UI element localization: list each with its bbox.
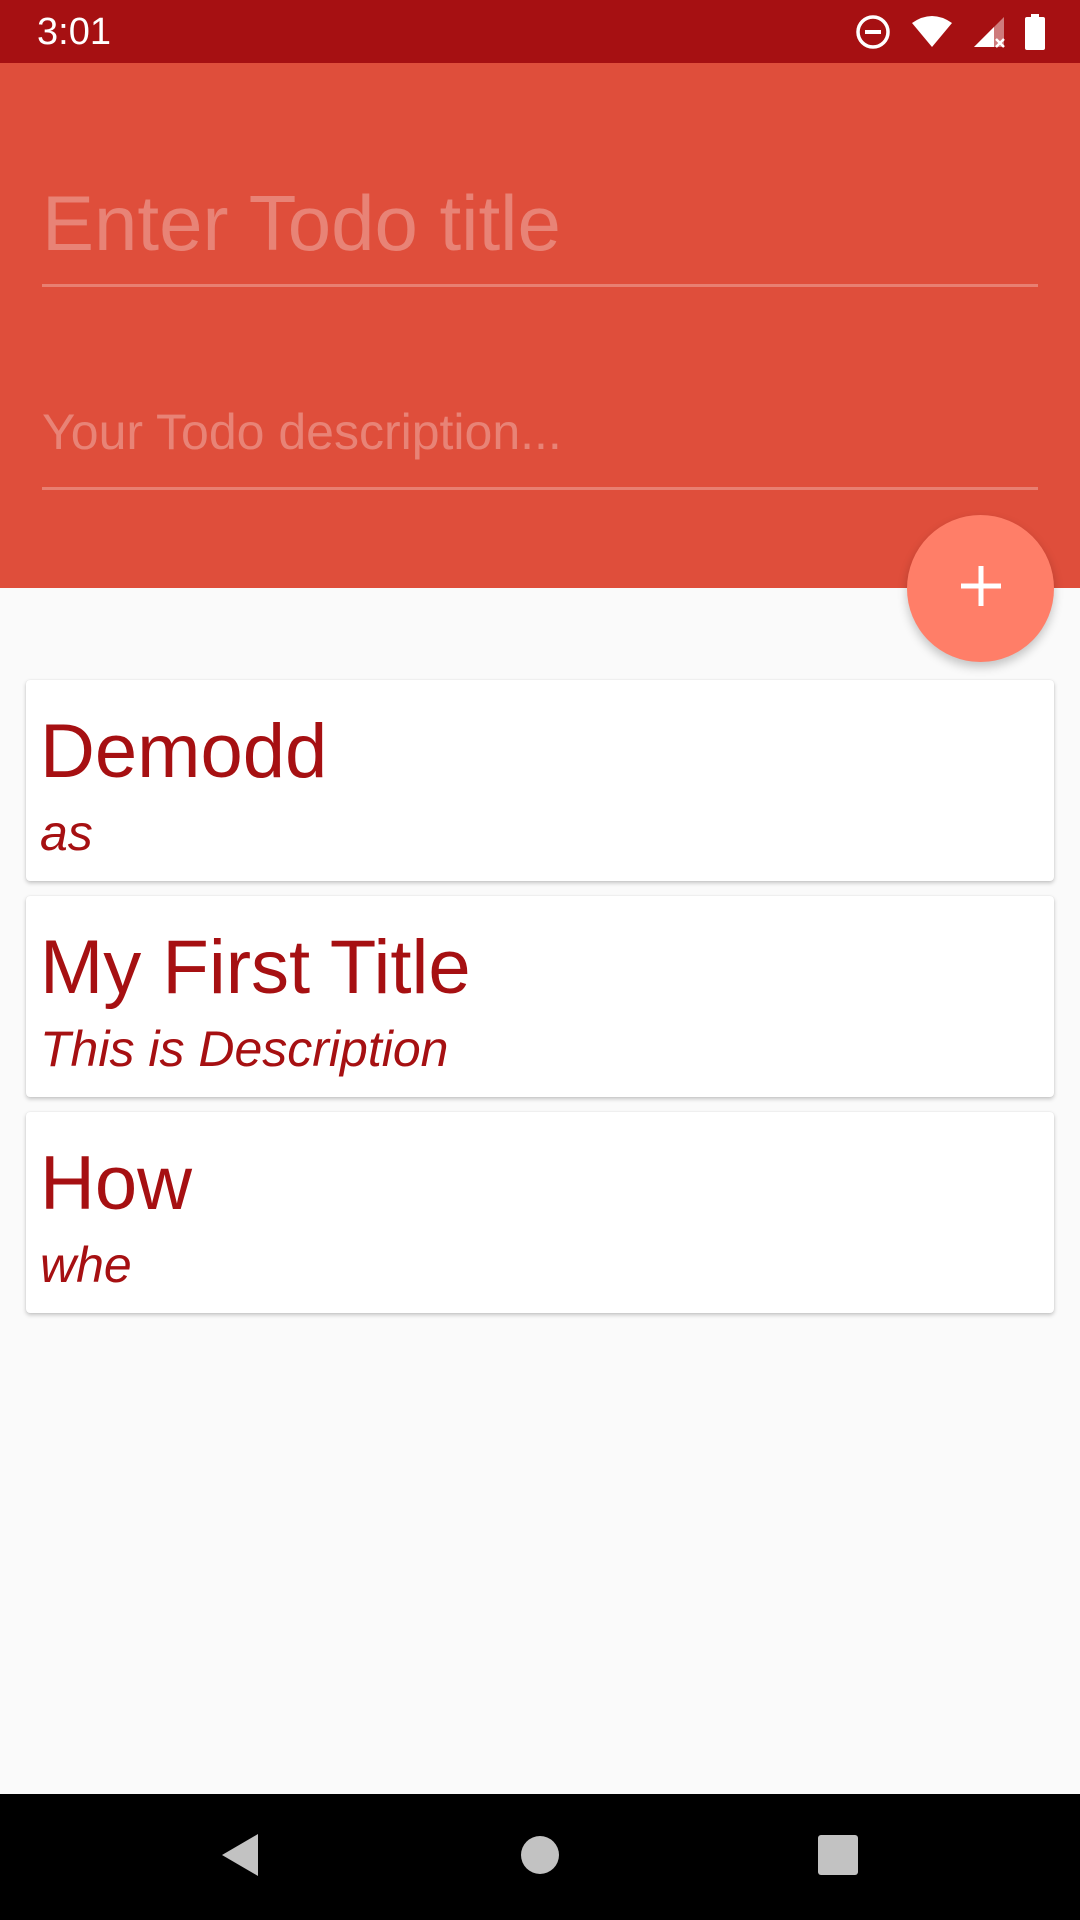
todo-title: Demodd xyxy=(40,709,328,794)
status-bar: 3:01 xyxy=(0,0,1080,63)
todo-input-panel xyxy=(0,63,1080,588)
todo-list: Demodd as My First Title This is Descrip… xyxy=(26,680,1054,1328)
todo-description: This is Description xyxy=(40,1021,449,1077)
cell-signal-no-data-icon xyxy=(972,15,1006,49)
status-time: 3:01 xyxy=(37,11,111,53)
wifi-icon xyxy=(910,15,954,49)
todo-card[interactable]: Demodd as xyxy=(26,680,1054,881)
plus-icon xyxy=(959,564,1003,613)
do-not-disturb-icon xyxy=(854,13,892,51)
todo-title: How xyxy=(40,1141,193,1226)
todo-description: as xyxy=(40,805,93,861)
todo-title: My First Title xyxy=(40,925,471,1010)
todo-title-field xyxy=(42,163,1038,287)
recents-icon xyxy=(817,1834,859,1881)
navigation-bar xyxy=(0,1794,1080,1920)
todo-description: whe xyxy=(40,1237,132,1293)
todo-card[interactable]: How whe xyxy=(26,1112,1054,1313)
add-todo-button[interactable] xyxy=(907,515,1054,662)
status-icons xyxy=(854,12,1046,52)
todo-description-field xyxy=(42,376,1038,490)
back-button[interactable] xyxy=(210,1827,270,1887)
todo-title-input[interactable] xyxy=(42,163,1038,284)
home-icon xyxy=(520,1835,560,1880)
home-button[interactable] xyxy=(510,1827,570,1887)
todo-description-input[interactable] xyxy=(42,376,1038,487)
todo-card[interactable]: My First Title This is Description xyxy=(26,896,1054,1097)
recents-button[interactable] xyxy=(808,1827,868,1887)
back-icon xyxy=(218,1831,262,1884)
battery-icon xyxy=(1024,14,1046,50)
